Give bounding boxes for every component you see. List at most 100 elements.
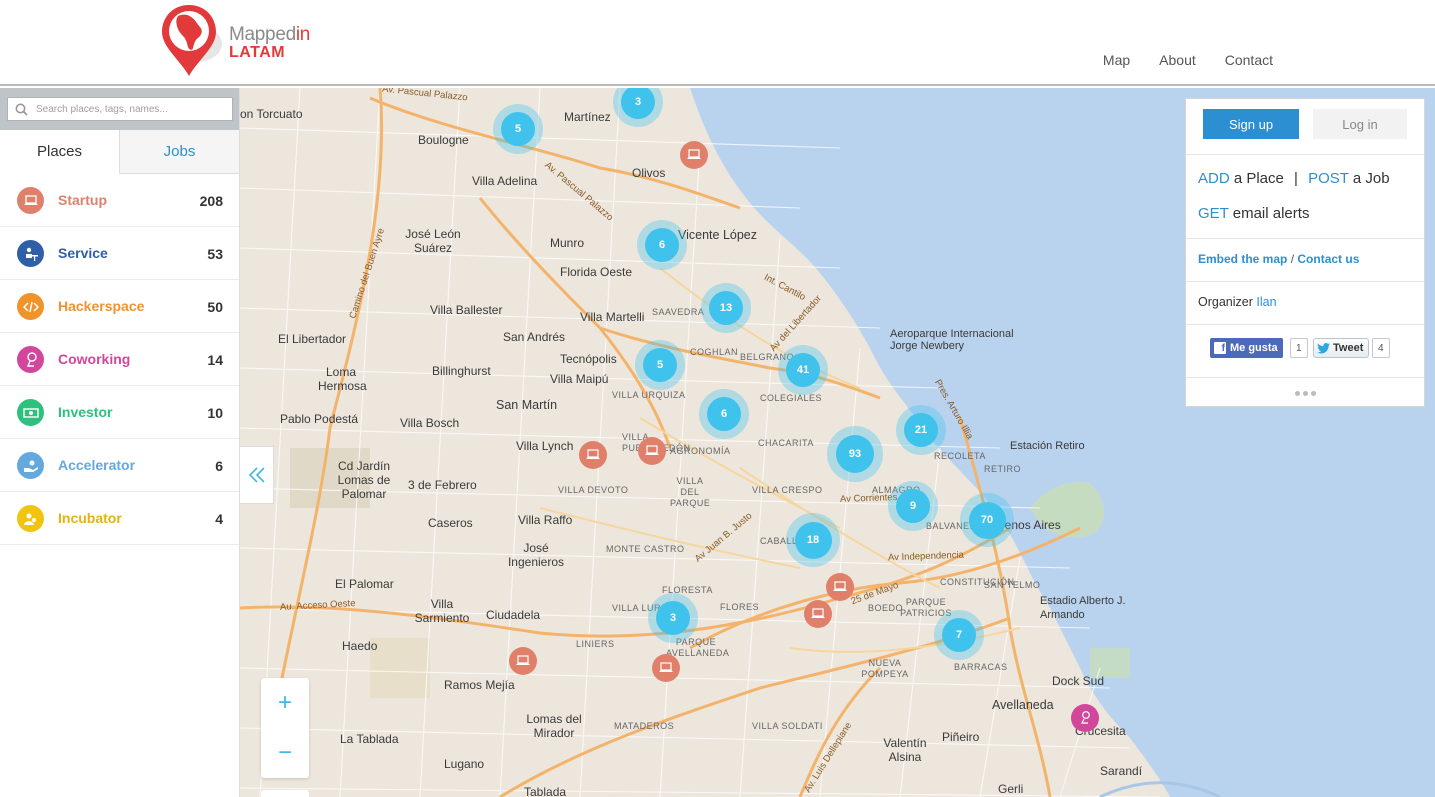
neighborhood-label: FLORES (720, 602, 760, 612)
startup-marker-icon[interactable] (579, 441, 607, 469)
map-label: Piñeiro (942, 730, 980, 744)
startup-marker-icon[interactable] (804, 600, 832, 628)
category-service[interactable]: Service 53 (0, 227, 239, 280)
map-label: José León Suárez (405, 227, 461, 255)
tab-jobs[interactable]: Jobs (120, 130, 239, 173)
cluster-marker[interactable]: 70 (960, 493, 1014, 547)
more-options-button[interactable] (1186, 378, 1424, 408)
category-count: 6 (215, 458, 223, 474)
post-job-link[interactable]: POST (1308, 170, 1349, 187)
map-label: Munro (550, 236, 585, 250)
facebook-like-button[interactable]: f Me gusta (1210, 338, 1283, 358)
signup-button[interactable]: Sign up (1203, 109, 1299, 139)
category-count: 14 (207, 352, 223, 368)
category-label: Coworking (58, 351, 131, 367)
startup-marker-icon[interactable] (652, 654, 680, 682)
map-control-partial[interactable] (261, 790, 309, 797)
neighborhood-label: BARRACAS (954, 662, 1008, 672)
map-label: Boulogne (418, 133, 469, 147)
cluster-marker[interactable]: 13 (701, 283, 751, 333)
get-alerts-link[interactable]: GET (1198, 205, 1229, 222)
map-label: Ramos Mejía (444, 678, 515, 692)
logo-text-latam: LATAM (229, 44, 286, 61)
cluster-marker[interactable]: 7 (934, 610, 984, 660)
neighborhood-label: VILLA DEVOTO (558, 485, 629, 495)
code-icon (17, 293, 44, 320)
coworking-marker-icon[interactable] (1071, 704, 1099, 732)
map-label: Billinghurst (432, 364, 491, 378)
auth-section: Sign up Log in (1186, 99, 1424, 155)
category-startup[interactable]: Startup 208 (0, 174, 239, 227)
cluster-marker[interactable]: 5 (635, 340, 685, 390)
facebook-icon: f (1214, 342, 1226, 354)
nav-about[interactable]: About (1159, 52, 1196, 68)
alerts-line: GET email alerts (1198, 205, 1412, 240)
startup-marker-icon[interactable] (638, 437, 666, 465)
map-label: El Libertador (278, 332, 347, 346)
tweet-button[interactable]: Tweet (1313, 338, 1370, 358)
category-label: Investor (58, 404, 113, 420)
category-coworking[interactable]: Coworking 14 (0, 333, 239, 386)
collapse-sidebar-button[interactable] (240, 446, 274, 504)
map-label: 3 de Febrero (408, 478, 477, 492)
cluster-marker[interactable]: 18 (786, 513, 840, 567)
zoom-in-button[interactable]: + (261, 678, 309, 728)
category-count: 53 (207, 246, 223, 262)
facebook-like-label: Me gusta (1230, 342, 1278, 354)
category-label: Startup (58, 192, 107, 208)
map-label: Vicente López (678, 228, 757, 242)
map-label: Avellaneda (992, 698, 1054, 712)
zoom-out-button[interactable]: − (261, 728, 309, 778)
search-input[interactable] (36, 101, 226, 118)
category-hackerspace[interactable]: Hackerspace 50 (0, 280, 239, 333)
sidebar: Places Jobs Startup 208 Service 53 Hacke… (0, 88, 240, 797)
nav-contact[interactable]: Contact (1225, 52, 1273, 68)
neighborhood-label: RETIRO (984, 464, 1022, 474)
cluster-marker[interactable]: 5 (493, 104, 543, 154)
cluster-marker[interactable]: 3 (648, 593, 698, 643)
category-incubator[interactable]: Incubator 4 (0, 492, 239, 545)
nav-map[interactable]: Map (1103, 52, 1130, 68)
startup-marker-icon[interactable] (826, 573, 854, 601)
organizer-section: Organizer Ilan (1186, 282, 1424, 325)
map-label: Villa Adelina (472, 174, 538, 188)
cluster-count: 41 (786, 353, 820, 387)
neighborhood-label: MONTE CASTRO (606, 544, 685, 554)
category-accelerator[interactable]: Accelerator 6 (0, 439, 239, 492)
startup-marker-icon[interactable] (680, 141, 708, 169)
map-label: Aeroparque Internacional Jorge Newbery (890, 328, 1014, 352)
map-label: Villa Martelli (580, 310, 645, 324)
cluster-count: 18 (794, 521, 832, 559)
category-label: Service (58, 245, 108, 261)
map-label: El Palomar (335, 577, 394, 591)
cluster-marker[interactable]: 21 (896, 405, 946, 455)
cluster-marker[interactable]: 6 (699, 389, 749, 439)
map-label: Sarandí (1100, 764, 1143, 778)
login-button[interactable]: Log in (1313, 109, 1407, 139)
startup-marker-icon[interactable] (509, 647, 537, 675)
logo[interactable]: Mappedin LATAM (160, 2, 330, 78)
cluster-marker[interactable]: 93 (827, 426, 883, 482)
cluster-marker[interactable]: 9 (888, 481, 938, 531)
cluster-count: 3 (656, 601, 690, 635)
embed-map-link[interactable]: Embed the map (1198, 252, 1287, 266)
neighborhood-label: VILLA DEL PARQUE (670, 476, 711, 508)
category-investor[interactable]: Investor 10 (0, 386, 239, 439)
cluster-count: 9 (896, 489, 930, 523)
cluster-marker[interactable]: 41 (778, 345, 828, 395)
separator: / (1287, 252, 1298, 266)
contact-us-link[interactable]: Contact us (1297, 252, 1359, 266)
category-count: 208 (199, 193, 223, 209)
map-label: La Tablada (340, 732, 399, 746)
dot-icon (1294, 390, 1300, 396)
cluster-marker[interactable]: 6 (637, 220, 687, 270)
tab-places[interactable]: Places (0, 130, 120, 174)
add-place-link[interactable]: ADD (1198, 170, 1230, 187)
map-label: Lugano (444, 757, 485, 771)
map-label: Cd Jardín Lomas de Palomar (337, 459, 391, 501)
map-label: Martínez (564, 110, 611, 124)
person-desk-icon (17, 240, 44, 267)
neighborhood-label: CONSTITUCIÓN (940, 577, 1015, 587)
organizer-link[interactable]: Ilan (1256, 295, 1276, 309)
map-label: Tecnópolis (560, 352, 617, 366)
